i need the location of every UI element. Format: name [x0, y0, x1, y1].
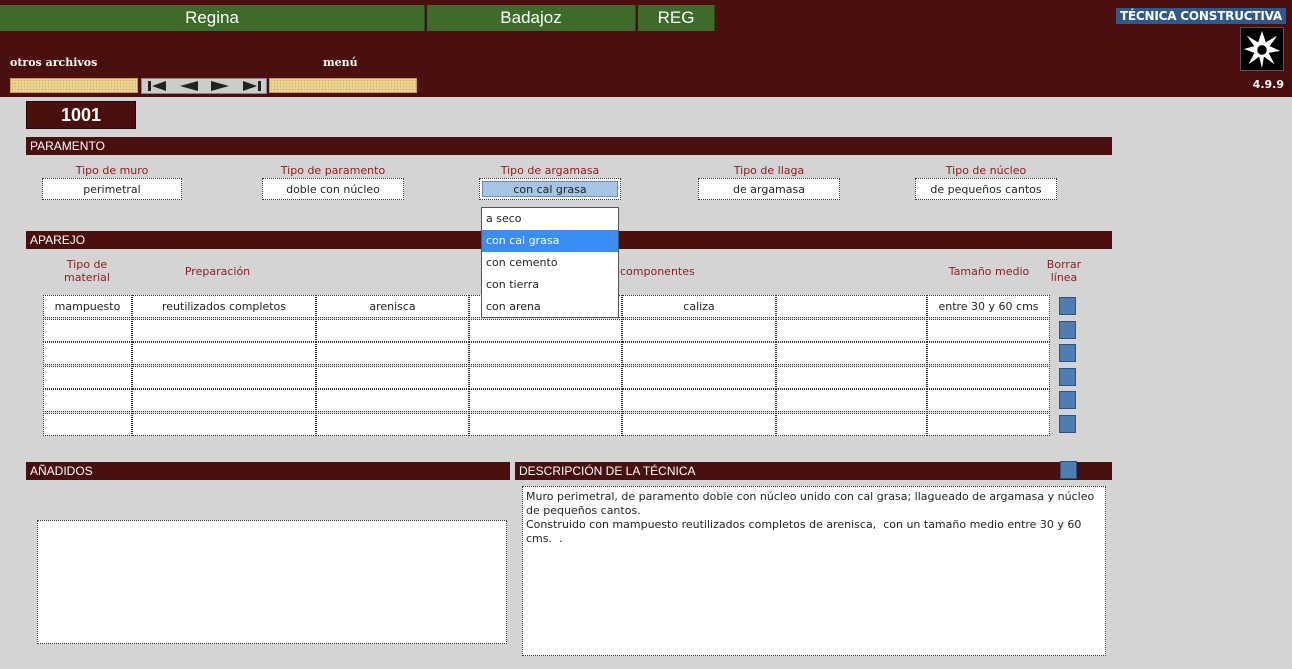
preparacion-cell[interactable]: reutilizados completos	[132, 295, 316, 318]
tipo-llaga-field[interactable]: de argamasa	[698, 178, 840, 200]
site-code: REG	[638, 5, 715, 31]
module-title: TÉCNICA CONSTRUCTIVA	[1115, 8, 1286, 24]
tamano-medio-cell[interactable]	[927, 412, 1050, 436]
next-record-icon[interactable]	[206, 80, 234, 92]
tamano-medio-cell[interactable]	[927, 318, 1050, 342]
componente-3-cell[interactable]	[776, 365, 927, 389]
tipo-llaga-label: Tipo de llaga	[733, 164, 805, 177]
anadidos-header: AÑADIDOS	[26, 462, 510, 480]
componente-2-cell[interactable]	[622, 318, 776, 342]
last-record-icon[interactable]	[237, 80, 265, 92]
componentes-column-header: componentes	[620, 265, 695, 278]
first-record-icon[interactable]	[144, 80, 172, 92]
header-bar: Regina Badajoz REG otros archivos menú T…	[0, 0, 1292, 97]
preparacion-cell[interactable]	[132, 342, 316, 365]
componente-2-cell[interactable]	[622, 412, 776, 436]
argamasa-option[interactable]: con tierra	[482, 274, 618, 296]
borrar-linea-button[interactable]	[1059, 367, 1076, 386]
descripcion-refresh-button[interactable]	[1060, 461, 1077, 479]
borrar-linea-column-header: Borrar línea	[1046, 258, 1082, 284]
argamasa-option-selected[interactable]: con cal grasa	[482, 230, 618, 252]
preparacion-cell[interactable]	[132, 318, 316, 342]
tamano-medio-cell[interactable]	[927, 365, 1050, 389]
app-logo-icon	[1240, 27, 1284, 71]
material-cell[interactable]	[316, 412, 469, 436]
componente-3-cell[interactable]	[776, 342, 927, 365]
prev-record-icon[interactable]	[175, 80, 203, 92]
borrar-linea-button[interactable]	[1059, 414, 1076, 433]
material-cell[interactable]	[316, 389, 469, 412]
componente-2-cell[interactable]	[622, 342, 776, 365]
record-id: 1001	[26, 101, 136, 129]
material-cell[interactable]	[316, 342, 469, 365]
tamano-medio-cell[interactable]: entre 30 y 60 cms	[927, 295, 1050, 318]
tipo-nucleo-label: Tipo de núcleo	[945, 164, 1027, 177]
tamano-medio-cell[interactable]	[927, 342, 1050, 365]
menu-link[interactable]: menú	[323, 56, 358, 69]
anadidos-textarea[interactable]	[37, 520, 507, 644]
borrar-linea-button[interactable]	[1059, 297, 1076, 315]
descripcion-header: DESCRIPCIÓN DE LA TÉCNICA	[515, 462, 1112, 480]
tipo-argamasa-value: con cal grasa	[482, 181, 618, 197]
menu-field[interactable]	[269, 78, 417, 93]
componente-2-cell[interactable]: caliza	[622, 295, 776, 318]
otros-archivos-field[interactable]	[10, 78, 138, 93]
tipo-argamasa-label: Tipo de argamasa	[500, 164, 600, 177]
argamasa-option[interactable]: con arena	[482, 296, 618, 318]
tipo-paramento-label: Tipo de paramento	[280, 164, 386, 177]
borrar-linea-button[interactable]	[1059, 391, 1076, 409]
material-cell[interactable]	[316, 318, 469, 342]
argamasa-dropdown-list: a seco con cal grasa con cemento con tie…	[481, 207, 619, 318]
preparacion-cell[interactable]	[132, 365, 316, 389]
borrar-linea-button[interactable]	[1059, 344, 1076, 362]
tipo-material-cell[interactable]	[43, 365, 132, 389]
componente-3-cell[interactable]	[776, 318, 927, 342]
site-name: Regina	[0, 5, 425, 31]
argamasa-option[interactable]: con cemento	[482, 252, 618, 274]
tipo-material-cell[interactable]	[43, 342, 132, 365]
tipo-material-cell[interactable]	[43, 318, 132, 342]
province-name: Badajoz	[427, 5, 636, 31]
componente-1-cell[interactable]	[469, 318, 622, 342]
argamasa-option[interactable]: a seco	[482, 208, 618, 230]
tipo-muro-label: Tipo de muro	[75, 164, 149, 177]
tamano-medio-column-header: Tamaño medio	[948, 265, 1030, 278]
tipo-material-cell[interactable]: mampuesto	[43, 295, 132, 318]
material-cell[interactable]	[316, 365, 469, 389]
componente-3-cell[interactable]	[776, 295, 927, 318]
tipo-material-cell[interactable]	[43, 389, 132, 412]
componente-2-cell[interactable]	[622, 389, 776, 412]
componente-2-cell[interactable]	[622, 365, 776, 389]
otros-archivos-link[interactable]: otros archivos	[10, 56, 97, 69]
tipo-muro-field[interactable]: perimetral	[42, 178, 182, 200]
tamano-medio-cell[interactable]	[927, 389, 1050, 412]
tipo-paramento-field[interactable]: doble con núcleo	[262, 178, 404, 200]
tipo-material-cell[interactable]	[43, 412, 132, 436]
componente-1-cell[interactable]	[469, 412, 622, 436]
preparacion-cell[interactable]	[132, 412, 316, 436]
descripcion-textarea[interactable]: Muro perimetral, de paramento doble con …	[522, 486, 1106, 656]
tipo-nucleo-field[interactable]: de pequeños cantos	[915, 178, 1057, 200]
componente-1-cell[interactable]	[469, 365, 622, 389]
componente-1-cell[interactable]	[469, 389, 622, 412]
tipo-material-column-header: Tipo de material	[64, 258, 110, 284]
preparacion-cell[interactable]	[132, 389, 316, 412]
borrar-linea-button[interactable]	[1059, 320, 1076, 339]
componente-3-cell[interactable]	[776, 412, 927, 436]
preparacion-column-header: Preparación	[184, 265, 251, 278]
material-cell[interactable]: arenisca	[316, 295, 469, 318]
componente-3-cell[interactable]	[776, 389, 927, 412]
paramento-header: PARAMENTO	[26, 137, 1112, 155]
record-navigation	[141, 78, 267, 94]
tipo-argamasa-select[interactable]: con cal grasa	[479, 178, 621, 200]
version-label: 4.9.9	[1252, 78, 1284, 91]
componente-1-cell[interactable]	[469, 342, 622, 365]
